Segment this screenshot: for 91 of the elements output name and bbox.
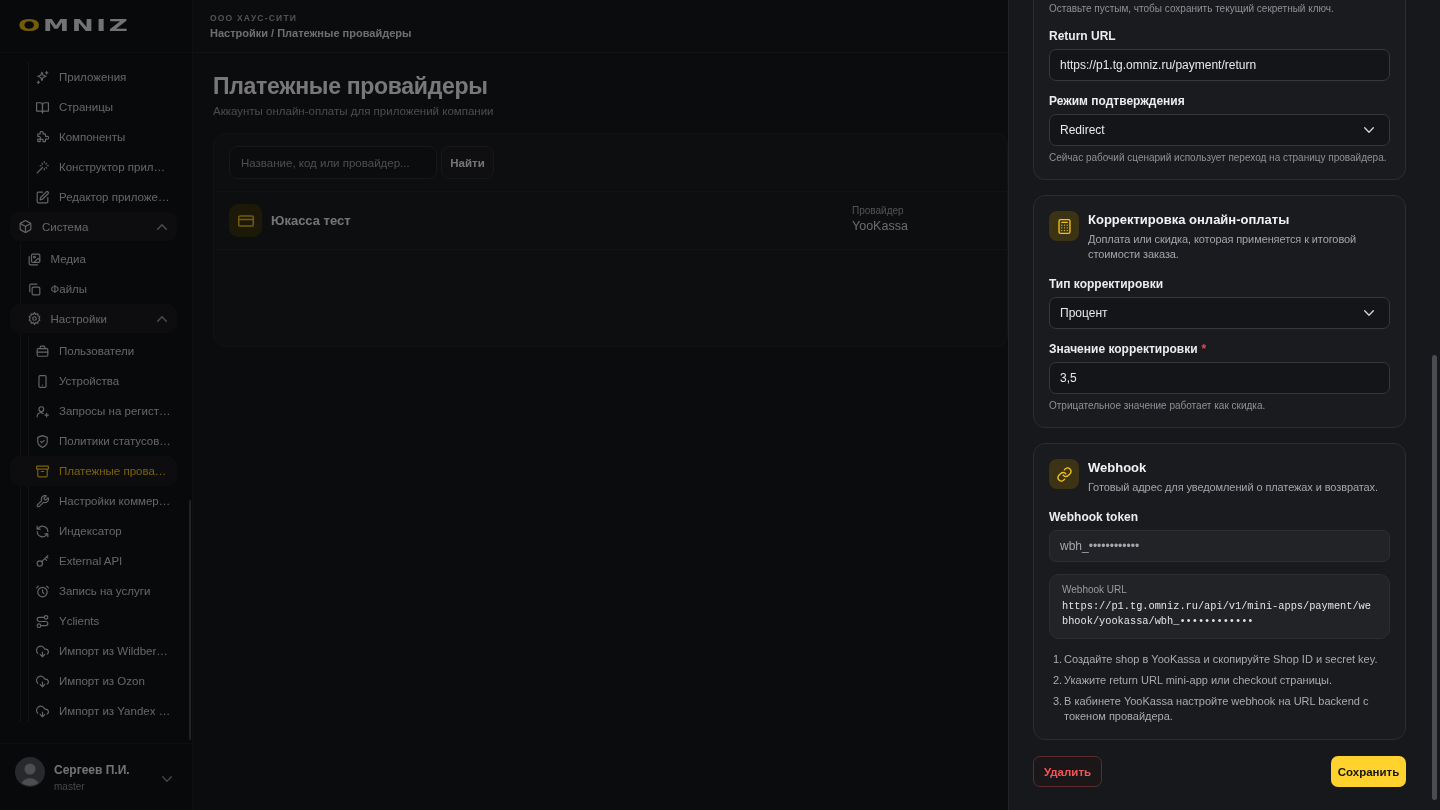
cloud-download-icon bbox=[36, 674, 49, 688]
section-title: Webhook bbox=[1088, 459, 1147, 477]
key-icon bbox=[36, 554, 49, 568]
credit-card-icon bbox=[229, 204, 262, 237]
instruction-step: 2. Укажите return URL mini-app или checkout страницы. bbox=[1053, 673, 1390, 688]
chevron-down-icon bbox=[1364, 127, 1374, 133]
sidebar-item[interactable]: Политики статусов… bbox=[10, 426, 177, 456]
refresh-icon bbox=[36, 524, 49, 538]
input-field[interactable]: 3,5 bbox=[1049, 362, 1390, 394]
select-field[interactable]: Redirect bbox=[1049, 114, 1390, 146]
provider-name: Юкасса тест bbox=[271, 213, 351, 228]
code-label: Webhook URL bbox=[1062, 584, 1127, 596]
route-icon bbox=[36, 614, 49, 628]
sidebar-item[interactable]: Конструктор прил… bbox=[10, 152, 177, 182]
scrollbar-thumb[interactable] bbox=[1432, 355, 1437, 800]
sidebar-item[interactable]: Импорт из Ozon bbox=[10, 666, 177, 696]
chevron-up-icon bbox=[157, 223, 167, 230]
sidebar-item[interactable]: Yclients bbox=[10, 606, 177, 636]
images-icon bbox=[27, 252, 41, 266]
sidebar-item[interactable]: Устройства bbox=[10, 366, 177, 396]
search-button[interactable]: Найти bbox=[441, 146, 494, 179]
sidebar-item[interactable]: Импорт из Wildber… bbox=[10, 636, 177, 666]
sidebar-item[interactable]: Импорт из Yandex … bbox=[10, 696, 177, 726]
smartphone-icon bbox=[36, 374, 49, 388]
user-name: Сергеев П.И. bbox=[54, 763, 130, 778]
code-text: https://p1.tg.omniz.ru/api/v1/mini-apps/payment/webhook/yookassa/wbh_•••••••••••• bbox=[1062, 599, 1372, 629]
field-label: Webhook token bbox=[1049, 509, 1139, 525]
wand-icon bbox=[36, 160, 49, 174]
sidebar-item[interactable]: Страницы bbox=[10, 92, 177, 122]
field-label: Значение корректировки bbox=[1049, 341, 1198, 357]
wrench-icon bbox=[36, 494, 49, 508]
sparkles-icon bbox=[36, 70, 49, 84]
sidebar-item[interactable]: Запись на услуги bbox=[10, 576, 177, 606]
input-field[interactable]: https://p1.tg.omniz.ru/payment/return bbox=[1049, 49, 1390, 81]
breadcrumb: Настройки / Платежные провайдеры bbox=[210, 26, 412, 41]
delete-button[interactable]: Удалить bbox=[1033, 756, 1102, 787]
sidebar-item[interactable]: Приложения bbox=[10, 62, 177, 92]
briefcase-icon bbox=[36, 344, 49, 358]
settings-icon bbox=[27, 312, 41, 325]
link-icon bbox=[1049, 459, 1079, 489]
sidebar-group-toggle[interactable]: Настройки bbox=[10, 304, 177, 333]
archive-box-icon bbox=[36, 464, 49, 478]
save-button[interactable]: Сохранить bbox=[1331, 756, 1406, 787]
cloud-download-icon bbox=[36, 644, 49, 658]
field-label: Режим подтверждения bbox=[1049, 93, 1185, 109]
provider-type: YooKassa bbox=[852, 218, 908, 234]
edit-icon bbox=[36, 190, 49, 204]
sidebar-item[interactable]: External API bbox=[10, 546, 177, 576]
alarm-clock-icon bbox=[36, 584, 49, 598]
chevron-down-icon[interactable] bbox=[162, 776, 172, 782]
page-subtitle: Аккаунты онлайн-оплаты для приложений компании bbox=[213, 104, 494, 118]
field-hint: Сейчас рабочий сценарий использует переход на страницу провайдера. bbox=[1049, 152, 1387, 164]
avatar-icon bbox=[15, 757, 45, 787]
field-hint: Оставьте пустым, чтобы сохранить текущий секретный ключ. bbox=[1049, 2, 1334, 16]
section-description: Готовый адрес для уведомлений о платежах и возвратах. bbox=[1088, 480, 1378, 495]
calculator-icon bbox=[1049, 211, 1079, 241]
sidebar-item[interactable]: Файлы bbox=[10, 274, 177, 304]
sidebar-item[interactable]: Платежные прова… bbox=[10, 456, 177, 486]
cloud-download-icon bbox=[36, 704, 49, 718]
sidebar-item[interactable]: Компоненты bbox=[10, 122, 177, 152]
sidebar-item[interactable]: Запросы на регист… bbox=[10, 396, 177, 426]
section-description: Доплата или скидка, которая применяется к итоговой стоимости заказа. bbox=[1088, 232, 1358, 262]
instruction-step: 1. Создайте shop в YooKassa и скопируйте Shop ID и secret key. bbox=[1053, 652, 1390, 667]
select-field[interactable]: Процент bbox=[1049, 297, 1390, 329]
page-title: Платежные провайдеры bbox=[213, 72, 488, 101]
company-name: ООО ХАУС-СИТИ bbox=[210, 12, 298, 24]
chevron-down-icon bbox=[1364, 310, 1374, 316]
sidebar-item[interactable]: Пользователи bbox=[10, 336, 177, 366]
user-role: master bbox=[54, 780, 85, 793]
sidebar-item[interactable]: Медиа bbox=[10, 244, 177, 274]
sidebar-item[interactable]: Редактор приложе… bbox=[10, 182, 177, 212]
instruction-step: 3. В кабинете YooKassa настройте webhook на URL backend с токеном провайдера. bbox=[1053, 694, 1390, 724]
user-plus-icon bbox=[36, 404, 49, 418]
field-label: Тип корректировки bbox=[1049, 276, 1164, 292]
provider-label: Провайдер bbox=[852, 205, 904, 217]
required-mark: * bbox=[1201, 341, 1207, 357]
sidebar-item[interactable]: Индексатор bbox=[10, 516, 177, 546]
sidebar-group-toggle[interactable]: Система bbox=[10, 212, 177, 241]
field-hint: Отрицательное значение работает как скидка. bbox=[1049, 400, 1266, 412]
logo: OMNIZ bbox=[18, 19, 131, 33]
field-label: Return URL bbox=[1049, 28, 1116, 44]
provider-row[interactable]: Юкасса тест Провайдер YooKassa bbox=[214, 192, 1007, 250]
puzzle-icon bbox=[36, 130, 49, 144]
shield-check-icon bbox=[36, 434, 49, 448]
cube-icon bbox=[19, 220, 32, 233]
book-icon bbox=[36, 100, 49, 114]
files-icon bbox=[27, 282, 41, 296]
sidebar-item[interactable]: Настройки коммер… bbox=[10, 486, 177, 516]
section-title: Корректировка онлайн-оплаты bbox=[1088, 211, 1290, 229]
search-field[interactable]: Название, код или провайдер... bbox=[229, 146, 437, 179]
chevron-up-icon bbox=[157, 315, 167, 322]
